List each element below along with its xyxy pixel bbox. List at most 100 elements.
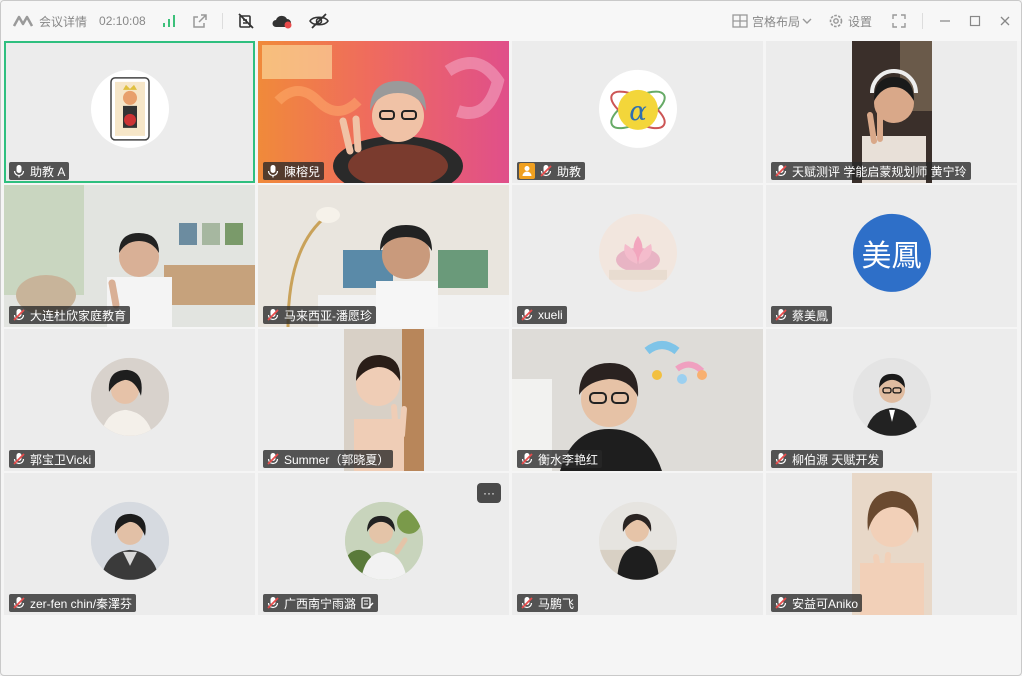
settings-button[interactable]: 设置: [848, 13, 872, 30]
chevron-down-icon[interactable]: [802, 17, 812, 25]
microphone-icon: [265, 163, 281, 179]
gear-icon[interactable]: [828, 13, 844, 29]
avatar: [90, 69, 169, 148]
more-options-button[interactable]: ···: [477, 483, 501, 503]
participant-name-label: 广西南宁雨潞: [263, 594, 379, 612]
participant-name-label: 大连杜欣家庭教育: [9, 306, 131, 324]
participant-name: 马来西亚-潘愿珍: [284, 308, 372, 323]
microphone-muted-icon: [773, 595, 789, 611]
participant-tile[interactable]: 安益可Aniko: [766, 473, 1017, 615]
meeting-info-link[interactable]: 会议详情: [39, 13, 87, 30]
participant-name-label: zer-fen chin/秦澤芬: [9, 594, 137, 612]
participant-name: 蔡美鳳: [792, 308, 829, 323]
participant-tile[interactable]: 马来西亚-潘愿珍: [258, 185, 509, 327]
participant-name: 天赋测评 学能启蒙规划师 黄宁玲: [792, 164, 967, 179]
hide-view-icon[interactable]: [308, 13, 329, 29]
participant-tile[interactable]: xueli: [512, 185, 763, 327]
maximize-icon[interactable]: [969, 15, 981, 27]
microphone-muted-icon: [11, 307, 27, 323]
participant-tile[interactable]: zer-fen chin/秦澤芬: [4, 473, 255, 615]
cloud-record-icon[interactable]: [271, 13, 293, 29]
participant-name: 马鹏飞: [538, 596, 575, 611]
avatar: [598, 213, 677, 292]
svg-text:α: α: [629, 97, 647, 127]
no-recording-icon[interactable]: [237, 12, 255, 30]
participant-tile[interactable]: Summer（郭晓夏）: [258, 329, 509, 471]
microphone-muted-icon: [11, 595, 27, 611]
participant-tile[interactable]: 助教 A: [4, 41, 255, 183]
microphone-icon: [11, 163, 27, 179]
participant-video: [852, 473, 932, 615]
participant-name-label: 马来西亚-潘愿珍: [263, 306, 376, 324]
avatar: [90, 501, 169, 580]
participant-name-label: 衡水李艳红: [517, 450, 603, 468]
participant-name-label: 蔡美鳳: [771, 306, 833, 324]
participant-name-label: 郭宝卫Vicki: [9, 450, 96, 468]
meeting-logo-icon: [13, 15, 33, 27]
avatar: [598, 501, 677, 580]
divider: [221, 13, 223, 29]
microphone-muted-icon: [519, 451, 535, 467]
participant-name-label: 安益可Aniko: [771, 594, 863, 612]
avatar: [852, 357, 931, 436]
microphone-muted-icon: [265, 451, 281, 467]
participant-tile[interactable]: 柳伯源 天赋开发: [766, 329, 1017, 471]
close-icon[interactable]: [999, 15, 1011, 27]
participant-name: 柳伯源 天赋开发: [792, 452, 880, 467]
avatar-initials: 美鳳: [861, 239, 922, 273]
participant-name: zer-fen chin/秦澤芬: [30, 596, 133, 611]
video-grid: 助教 A 陳榕兒 α 助教 天赋测评 学能启蒙规划师 黄宁玲 大连杜欣家庭教育 …: [4, 41, 1017, 615]
participant-tile[interactable]: 陳榕兒: [258, 41, 509, 183]
participant-name-label: 助教 A: [9, 162, 70, 180]
participant-tile[interactable]: 大连杜欣家庭教育: [4, 185, 255, 327]
divider: [922, 13, 923, 29]
participant-name: 助教 A: [30, 164, 66, 179]
participant-tile[interactable]: 美鳳 蔡美鳳: [766, 185, 1017, 327]
participant-tile[interactable]: α 助教: [512, 41, 763, 183]
avatar: [344, 501, 423, 580]
participant-name: Summer（郭晓夏）: [284, 452, 390, 467]
avatar: 美鳳: [852, 213, 931, 292]
participant-name: 陳榕兒: [284, 164, 321, 179]
grid-layout-icon[interactable]: [732, 14, 748, 28]
meeting-duration: 02:10:08: [99, 14, 146, 28]
participant-name-label: xueli: [517, 306, 567, 324]
avatar: [90, 357, 169, 436]
microphone-muted-icon: [773, 307, 789, 323]
title-bar: 会议详情 02:10:08 宫格布局 设置: [1, 1, 1021, 41]
microphone-muted-icon: [11, 451, 27, 467]
participant-name: 大连杜欣家庭教育: [30, 308, 127, 323]
participant-name: 广西南宁雨潞: [284, 596, 357, 611]
microphone-muted-icon: [538, 163, 554, 179]
participant-name-label: 马鹏飞: [517, 594, 579, 612]
fullscreen-icon[interactable]: [892, 14, 906, 28]
participant-name-label: Summer（郭晓夏）: [263, 450, 394, 468]
microphone-muted-icon: [265, 595, 281, 611]
participant-tile[interactable]: 天赋测评 学能启蒙规划师 黄宁玲: [766, 41, 1017, 183]
signal-icon[interactable]: [162, 14, 176, 28]
no-recording-icon: [360, 596, 374, 610]
microphone-muted-icon: [519, 595, 535, 611]
host-icon: [519, 163, 535, 179]
minimize-icon[interactable]: [939, 15, 951, 27]
layout-dropdown[interactable]: 宫格布局: [752, 13, 800, 30]
share-icon[interactable]: [192, 13, 208, 29]
microphone-muted-icon: [773, 451, 789, 467]
participant-name-label: 柳伯源 天赋开发: [771, 450, 884, 468]
participant-name: 助教: [557, 164, 582, 179]
participant-tile[interactable]: 衡水李艳红: [512, 329, 763, 471]
meeting-window: 会议详情 02:10:08 宫格布局 设置 助教 A 陳榕兒 α 助教 天赋测评…: [0, 0, 1022, 676]
participant-tile[interactable]: 郭宝卫Vicki: [4, 329, 255, 471]
participant-name: xueli: [538, 308, 563, 322]
participant-name: 郭宝卫Vicki: [30, 452, 92, 467]
avatar: α: [598, 69, 677, 148]
participant-name-label: 天赋测评 学能启蒙规划师 黄宁玲: [771, 162, 971, 180]
microphone-muted-icon: [519, 307, 535, 323]
participant-tile[interactable]: 马鹏飞: [512, 473, 763, 615]
participant-name: 衡水李艳红: [538, 452, 599, 467]
participant-name-label: 助教: [517, 162, 586, 180]
participant-tile[interactable]: ··· 广西南宁雨潞: [258, 473, 509, 615]
microphone-muted-icon: [773, 163, 789, 179]
microphone-muted-icon: [265, 307, 281, 323]
participant-name-label: 陳榕兒: [263, 162, 325, 180]
